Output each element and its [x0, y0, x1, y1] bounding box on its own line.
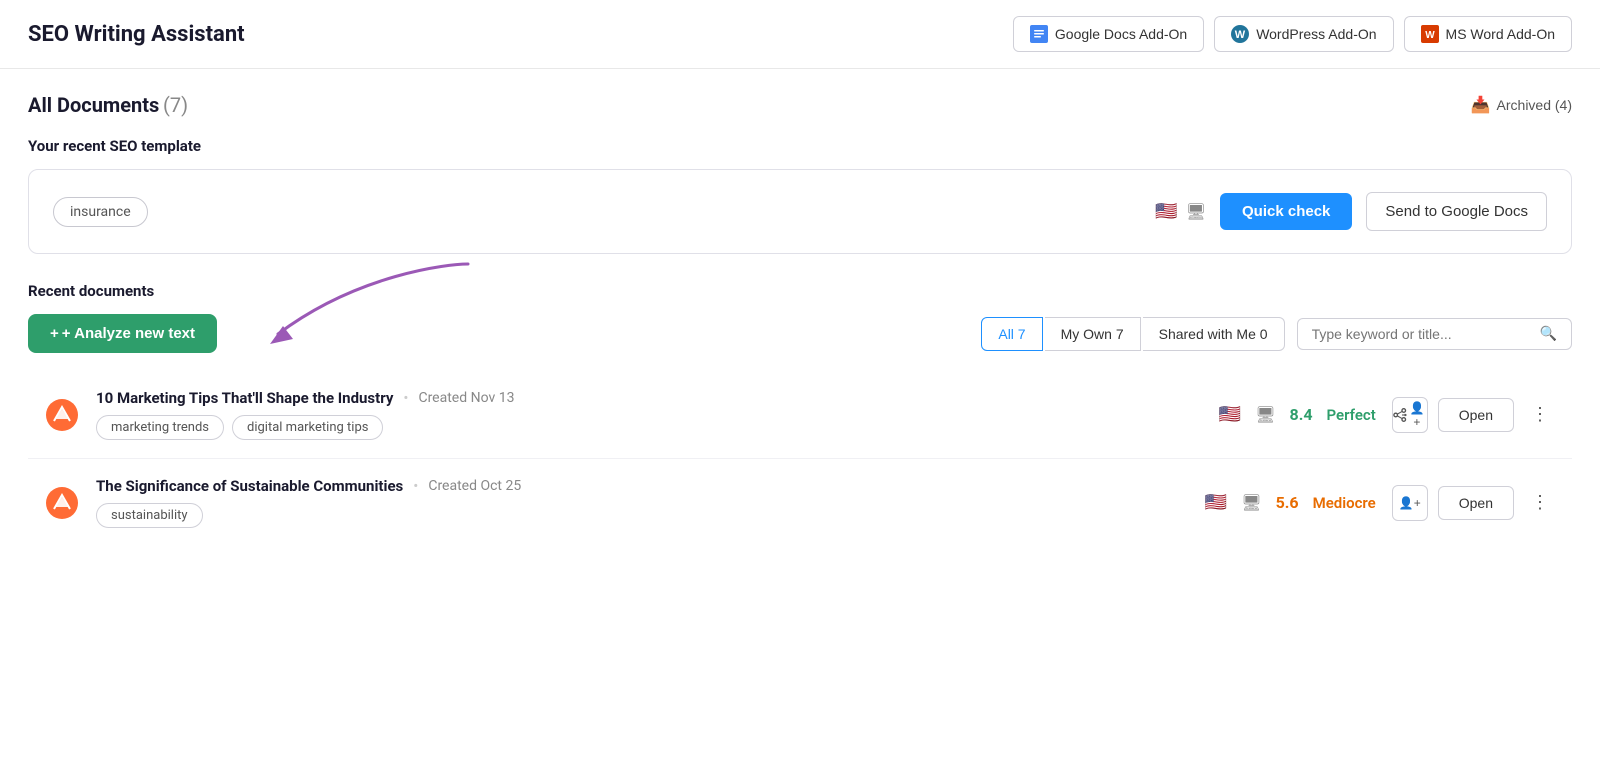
msword-icon: W	[1421, 25, 1439, 43]
doc-meta: 🇺🇸 🖥 5.6 Mediocre	[1205, 492, 1376, 513]
filter-tabs: All 7 My Own 7 Shared with Me 0	[981, 317, 1284, 351]
docs-toolbar: + + Analyze new text All 7 My Own 7 Shar…	[28, 314, 1572, 353]
msword-addon-button[interactable]: W MS Word Add-On	[1404, 16, 1572, 52]
doc-tag: marketing trends	[96, 415, 224, 440]
semrush-logo-icon	[44, 397, 80, 433]
add-user-icon: 👤+	[1399, 496, 1421, 510]
doc-score: 5.6	[1276, 493, 1299, 512]
doc-score-label: Perfect	[1327, 406, 1376, 424]
all-docs-title-group: All Documents (7)	[28, 93, 188, 117]
doc-title-row: The Significance of Sustainable Communit…	[96, 477, 1185, 495]
doc-title: The Significance of Sustainable Communit…	[96, 477, 403, 495]
doc-monitor-icon: 🖥	[1241, 493, 1261, 512]
filter-my-own-label: My Own 7	[1061, 326, 1124, 342]
document-list: 10 Marketing Tips That'll Shape the Indu…	[28, 371, 1572, 546]
add-user-icon: 👤+	[1407, 401, 1427, 429]
filter-tab-my-own[interactable]: My Own 7	[1045, 317, 1141, 351]
top-bar: SEO Writing Assistant Google Docs Add-On…	[0, 0, 1600, 69]
recent-docs-label: Recent documents	[28, 282, 1572, 300]
doc-tags: marketing trends digital marketing tips	[96, 415, 1199, 440]
app-title: SEO Writing Assistant	[28, 22, 245, 47]
doc-flag-icon: 🇺🇸	[1205, 492, 1227, 513]
doc-tag: sustainability	[96, 503, 203, 528]
semrush-logo-icon	[44, 485, 80, 521]
wordpress-label: WordPress Add-On	[1256, 26, 1376, 42]
filter-tab-shared[interactable]: Shared with Me 0	[1143, 317, 1285, 351]
template-card: insurance 🇺🇸 🖥 Quick check Send to Googl…	[28, 169, 1572, 254]
doc-monitor-icon: 🖥	[1255, 405, 1275, 424]
open-button[interactable]: Open	[1438, 486, 1514, 520]
doc-title-row: 10 Marketing Tips That'll Shape the Indu…	[96, 389, 1199, 407]
table-row: 10 Marketing Tips That'll Shape the Indu…	[28, 371, 1572, 459]
template-keyword-tag: insurance	[53, 197, 148, 227]
google-docs-label: Google Docs Add-On	[1055, 26, 1187, 42]
main-content: All Documents (7) 📥 Archived (4) Your re…	[0, 69, 1600, 570]
analyze-new-text-button[interactable]: + + Analyze new text	[28, 314, 217, 353]
template-locale-icons: 🇺🇸 🖥	[1155, 201, 1206, 222]
filter-shared-label: Shared with Me 0	[1159, 326, 1268, 342]
more-options-button[interactable]: ⋮	[1524, 399, 1556, 431]
monitor-icon: 🖥	[1186, 202, 1206, 221]
search-icon: 🔍	[1540, 326, 1557, 342]
plus-icon: +	[50, 325, 59, 342]
share-button[interactable]: 👤+	[1392, 485, 1428, 521]
analyze-btn-label: + Analyze new text	[62, 325, 195, 342]
doc-score-label: Mediocre	[1313, 494, 1376, 512]
send-to-google-docs-button[interactable]: Send to Google Docs	[1366, 192, 1547, 231]
doc-info: The Significance of Sustainable Communit…	[96, 477, 1185, 528]
doc-flag-icon: 🇺🇸	[1219, 404, 1241, 425]
template-actions: 🇺🇸 🖥 Quick check Send to Google Docs	[1155, 192, 1547, 231]
search-input[interactable]	[1312, 326, 1532, 342]
doc-actions: 👤+ Open ⋮	[1392, 485, 1556, 521]
msword-label: MS Word Add-On	[1446, 26, 1555, 42]
filter-all-label: All 7	[998, 326, 1025, 342]
all-docs-count: (7)	[163, 93, 188, 117]
us-flag-icon: 🇺🇸	[1155, 201, 1177, 222]
doc-date: Created Nov 13	[418, 390, 514, 406]
doc-tag: digital marketing tips	[232, 415, 383, 440]
bullet-separator: •	[413, 477, 418, 495]
all-docs-title: All Documents	[28, 93, 159, 117]
google-docs-addon-button[interactable]: Google Docs Add-On	[1013, 16, 1204, 52]
archived-label: Archived (4)	[1497, 97, 1572, 113]
svg-text:W: W	[1235, 29, 1246, 41]
open-button[interactable]: Open	[1438, 398, 1514, 432]
filter-tab-all[interactable]: All 7	[981, 317, 1042, 351]
archived-icon: 📥	[1471, 95, 1491, 115]
more-options-button[interactable]: ⋮	[1524, 487, 1556, 519]
doc-date: Created Oct 25	[428, 478, 521, 494]
doc-title: 10 Marketing Tips That'll Shape the Indu…	[96, 389, 393, 407]
doc-tags: sustainability	[96, 503, 1185, 528]
google-docs-icon	[1030, 25, 1048, 43]
bullet-separator: •	[403, 389, 408, 407]
share-button[interactable]: 👤+	[1392, 397, 1428, 433]
docs-toolbar-wrapper: + + Analyze new text All 7 My Own 7 Shar…	[28, 314, 1572, 353]
doc-meta: 🇺🇸 🖥 8.4 Perfect	[1219, 404, 1376, 425]
doc-score: 8.4	[1290, 405, 1313, 424]
doc-info: 10 Marketing Tips That'll Shape the Indu…	[96, 389, 1199, 440]
recent-template-label: Your recent SEO template	[28, 137, 1572, 155]
doc-actions: 👤+ Open ⋮	[1392, 397, 1556, 433]
all-docs-header: All Documents (7) 📥 Archived (4)	[28, 93, 1572, 117]
quick-check-button[interactable]: Quick check	[1220, 193, 1352, 230]
addon-buttons: Google Docs Add-On W WordPress Add-On W …	[1013, 16, 1572, 52]
wordpress-icon: W	[1231, 25, 1249, 43]
archived-button[interactable]: 📥 Archived (4)	[1471, 95, 1572, 115]
search-box: 🔍	[1297, 318, 1572, 350]
wordpress-addon-button[interactable]: W WordPress Add-On	[1214, 16, 1393, 52]
svg-text:W: W	[1425, 30, 1435, 41]
table-row: The Significance of Sustainable Communit…	[28, 459, 1572, 546]
